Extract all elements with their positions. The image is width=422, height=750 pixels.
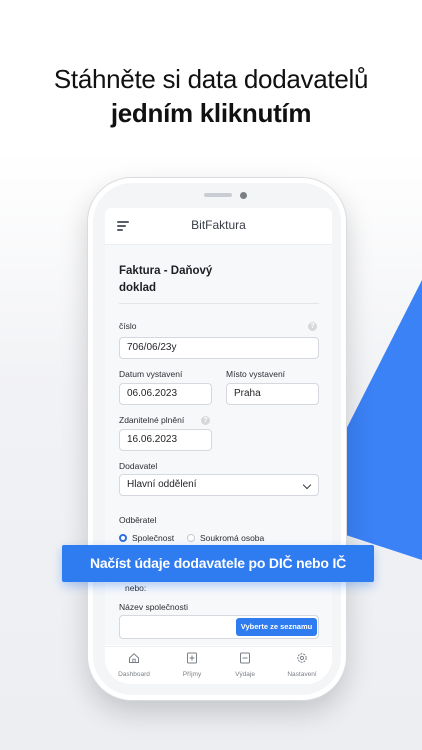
phone-speaker <box>204 193 232 197</box>
pick-from-list-button[interactable]: Vyberte ze seznamu <box>236 618 317 636</box>
tab-label: Dashboard <box>118 671 150 678</box>
expense-icon <box>240 652 250 664</box>
app-screen: BitFaktura Faktura - Daňový doklad číslo… <box>105 208 332 684</box>
taxable-date-label: Zdanitelné plnění <box>119 415 185 425</box>
tab-label: Nastavení <box>287 671 317 678</box>
supplier-label: Dodavatel <box>119 461 158 471</box>
issue-date-label: Datum vystavení <box>119 369 183 379</box>
invoice-type-title: Faktura - Daňový doklad <box>119 265 213 294</box>
app-title: BitFaktura <box>191 218 246 232</box>
number-label: číslo <box>119 321 137 331</box>
feature-banner: Načíst údaje dodavatele po DIČ nebo IČ <box>62 545 374 582</box>
settings-icon <box>297 653 307 663</box>
issue-place-input[interactable]: Praha <box>226 383 319 405</box>
or-label: nebo: <box>125 583 147 593</box>
radio-company[interactable] <box>119 534 127 542</box>
help-icon[interactable]: ? <box>201 416 210 425</box>
tab-bar: Dashboard Příjmy Výdaje Nastavení <box>105 646 332 684</box>
app-bar: BitFaktura <box>105 208 332 245</box>
divider <box>119 303 319 304</box>
phone-camera <box>240 192 247 199</box>
chevron-down-icon <box>302 480 312 490</box>
headline-line-2: jedním kliknutím <box>110 98 312 128</box>
invoice-form: Faktura - Daňový doklad číslo ? 706/06/2… <box>105 245 332 645</box>
radio-company-label: Společnost <box>132 533 175 543</box>
tab-settings[interactable]: Nastavení <box>277 651 327 678</box>
home-icon <box>129 653 139 663</box>
tab-label: Příjmy <box>182 671 202 678</box>
radio-private-label: Soukromá osoba <box>200 533 265 543</box>
supplier-value: Hlavní oddělení <box>127 479 197 490</box>
customer-label: Odběratel <box>119 515 157 525</box>
supplier-select[interactable]: Hlavní oddělení <box>119 474 319 496</box>
issue-date-input[interactable]: 06.06.2023 <box>119 383 212 405</box>
company-name-label: Název společnosti <box>119 602 188 612</box>
tab-label: Výdaje <box>235 671 255 678</box>
tab-income[interactable]: Příjmy <box>167 651 217 678</box>
income-icon <box>187 652 197 664</box>
issue-place-label: Místo vystavení <box>226 369 286 379</box>
help-icon[interactable]: ? <box>308 322 317 331</box>
headline: Stáhněte si data dodavatelů jedním klikn… <box>0 62 422 130</box>
number-input[interactable]: 706/06/23y <box>119 337 319 359</box>
tab-dashboard[interactable]: Dashboard <box>109 651 159 678</box>
headline-line-1: Stáhněte si data dodavatelů <box>53 64 369 94</box>
taxable-date-input[interactable]: 16.06.2023 <box>119 429 212 451</box>
radio-private[interactable] <box>187 534 195 542</box>
tab-expenses[interactable]: Výdaje <box>220 651 270 678</box>
